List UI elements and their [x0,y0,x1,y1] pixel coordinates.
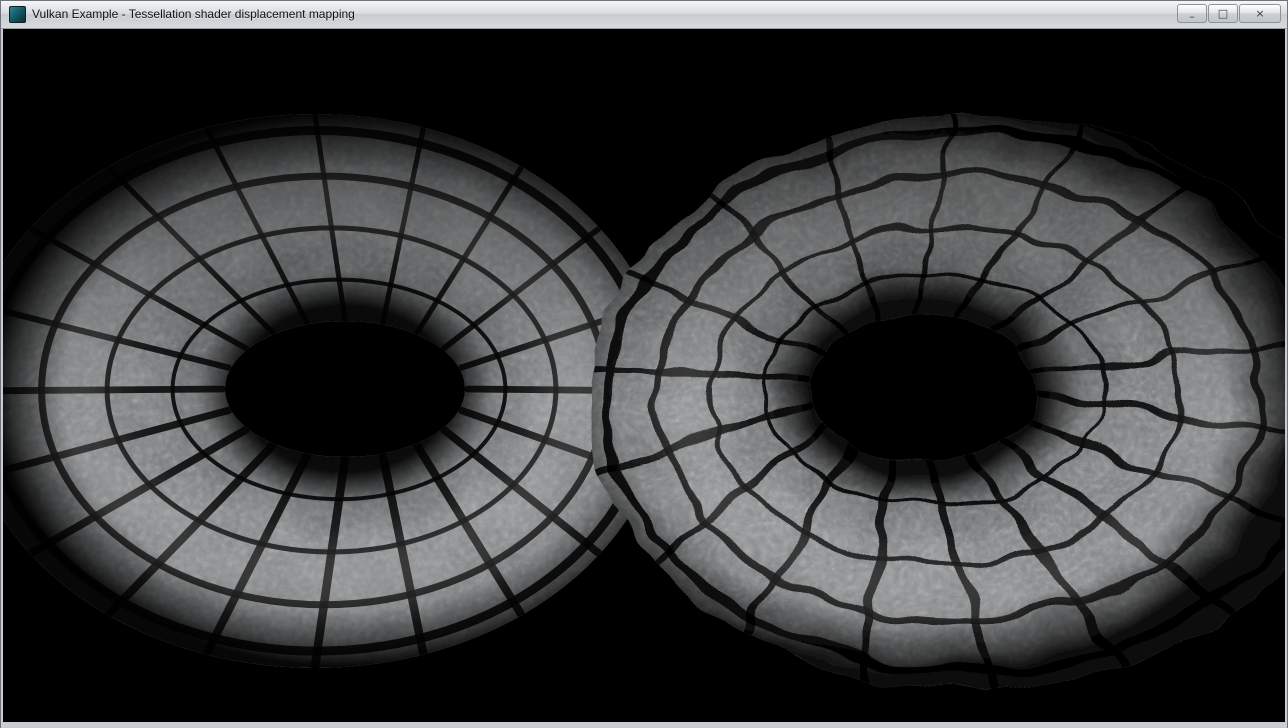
titlebar[interactable]: Vulkan Example - Tessellation shader dis… [1,1,1287,29]
app-window: Vulkan Example - Tessellation shader dis… [0,0,1288,728]
maximize-icon: □ [1218,7,1228,20]
client-area [1,29,1287,728]
maximize-button[interactable]: □ [1208,4,1238,23]
minimize-button[interactable]: – [1177,4,1207,23]
vulkan-app-icon [9,6,26,23]
window-title: Vulkan Example - Tessellation shader dis… [32,1,355,28]
window-controls: – □ × [1177,4,1281,23]
minimize-icon: – [1189,10,1195,23]
close-button[interactable]: × [1239,4,1281,23]
close-icon: × [1255,7,1264,20]
render-viewport[interactable] [3,29,1285,722]
